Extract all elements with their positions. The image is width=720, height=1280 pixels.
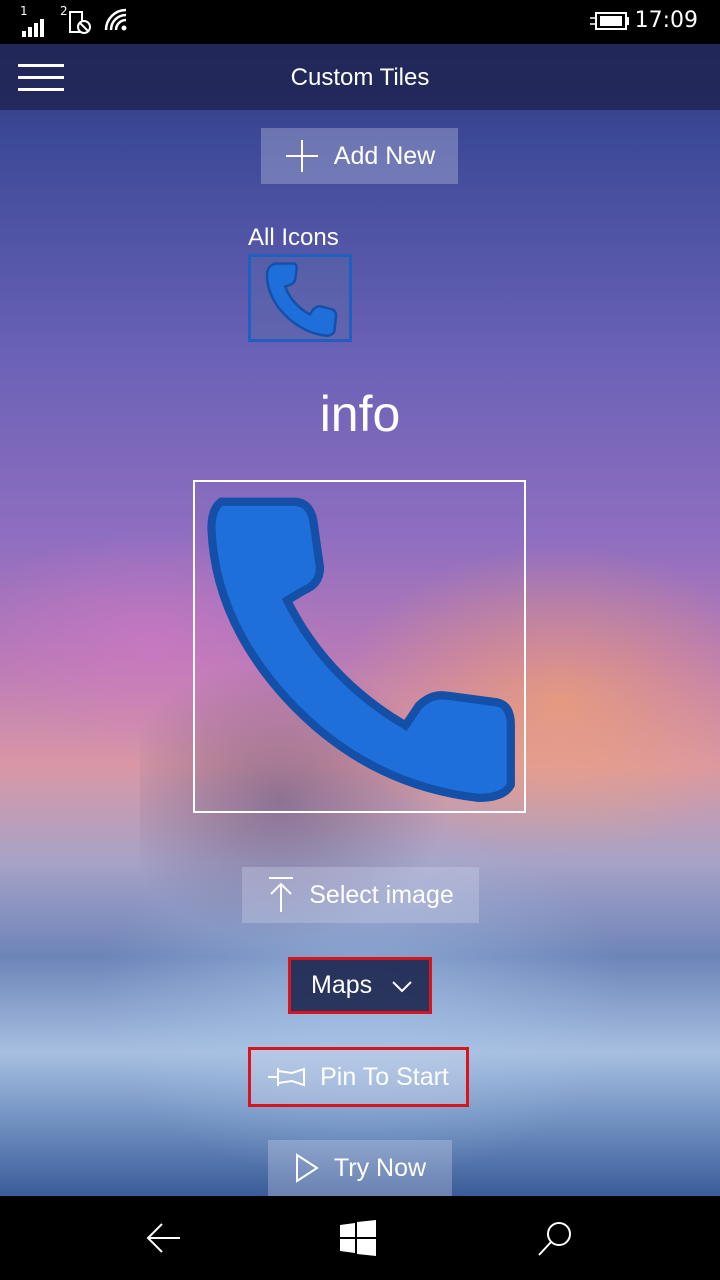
back-arrow-icon — [146, 1223, 180, 1253]
app-header: Custom Tiles — [0, 44, 720, 110]
tile-preview — [193, 480, 526, 813]
add-new-label: Add New — [333, 141, 436, 170]
phone-icon-large — [207, 497, 515, 802]
page-title: Custom Tiles — [290, 64, 430, 91]
pin-to-start-button[interactable]: Pin To Start — [251, 1050, 466, 1104]
clock: 17:09 — [634, 8, 698, 33]
try-now-label: Try Now — [333, 1153, 427, 1182]
search-button[interactable] — [494, 1196, 614, 1280]
wifi-icon — [104, 8, 128, 38]
upload-icon — [269, 877, 294, 912]
select-image-label: Select image — [309, 880, 454, 909]
all-icons-label: All Icons — [248, 224, 339, 251]
back-button[interactable] — [104, 1196, 224, 1280]
app-select-dropdown[interactable]: Maps — [288, 957, 432, 1014]
icon-thumbnail-phone[interactable] — [248, 254, 352, 342]
select-image-button[interactable]: Select image — [242, 867, 479, 923]
plus-icon — [285, 140, 318, 172]
pin-to-start-highlight: Pin To Start — [248, 1047, 469, 1107]
status-bar: 1 2 17:09 — [0, 0, 720, 44]
phone-icon — [265, 262, 338, 337]
windows-logo-icon — [340, 1220, 376, 1256]
start-button[interactable] — [298, 1196, 418, 1280]
tile-name: info — [319, 386, 401, 442]
chevron-down-icon — [392, 981, 412, 993]
play-icon — [295, 1153, 319, 1183]
pin-icon — [268, 1067, 306, 1087]
pin-to-start-label: Pin To Start — [320, 1062, 449, 1091]
try-now-button[interactable]: Try Now — [268, 1140, 452, 1196]
search-icon — [538, 1222, 571, 1256]
navigation-bar — [0, 1196, 720, 1280]
battery-icon — [590, 10, 630, 38]
add-new-button[interactable]: Add New — [261, 128, 458, 184]
app-select-value: Maps — [311, 971, 373, 999]
